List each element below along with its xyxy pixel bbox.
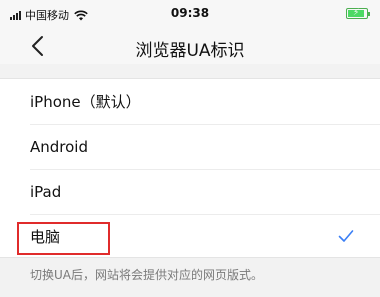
- footnote-text: 切换UA后，网站将会提供对应的网页版式。: [30, 268, 263, 282]
- ua-option-ipad[interactable]: iPad: [0, 169, 380, 214]
- option-label: iPhone（默认）: [30, 93, 141, 111]
- option-label: iPad: [30, 182, 62, 201]
- ua-option-list: iPhone（默认） Android iPad 电脑: [0, 78, 380, 258]
- ua-option-desktop[interactable]: 电脑: [0, 214, 380, 259]
- ua-option-iphone[interactable]: iPhone（默认）: [0, 79, 380, 124]
- status-time: 09:38: [170, 6, 210, 20]
- option-label: 电脑: [30, 228, 61, 246]
- page-title: 浏览器UA标识: [135, 41, 245, 61]
- battery-icon: ⚡: [346, 8, 370, 19]
- ua-option-android[interactable]: Android: [0, 124, 380, 169]
- status-bar: 中国移动 09:38 ⚡: [0, 0, 380, 28]
- option-label: Android: [30, 137, 88, 156]
- checkmark-icon: [338, 230, 354, 242]
- navigation-bar: 浏览器UA标识: [0, 28, 380, 64]
